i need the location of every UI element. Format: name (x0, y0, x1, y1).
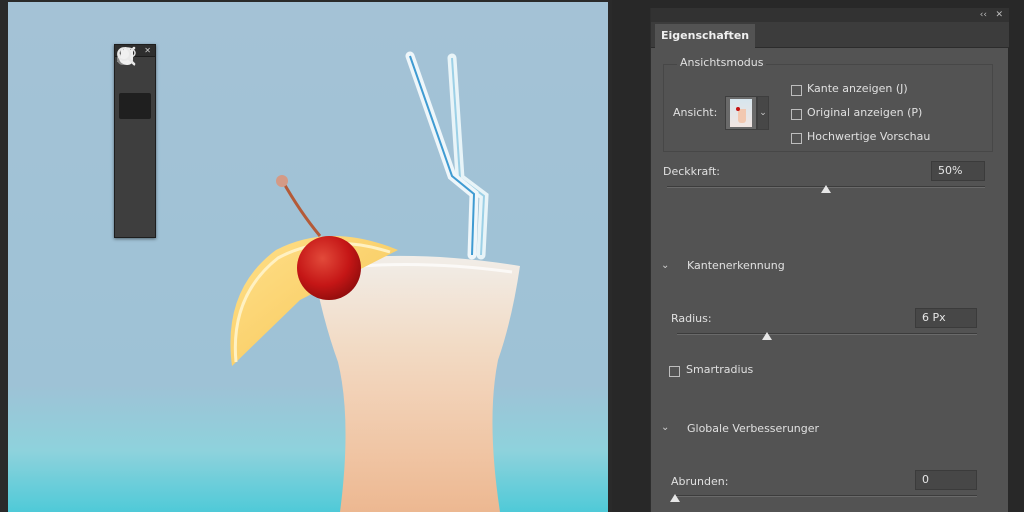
view-label: Ansicht: (673, 106, 718, 119)
lasso-tool[interactable] (118, 47, 151, 179)
smooth-slider-track[interactable] (675, 495, 977, 497)
smart-radius-label: Smartradius (686, 363, 754, 376)
panel-tab-bar: Eigenschaften (651, 22, 1009, 48)
zoom-icon (117, 47, 136, 66)
smooth-label: Abrunden: (671, 475, 729, 488)
smooth-input[interactable]: 0 (915, 470, 977, 490)
image-canvas[interactable]: ‹‹ ✕ (0, 0, 612, 512)
view-mode-title: Ansichtsmodus (677, 56, 767, 69)
show-edge-label: Kante anzeigen (J) (807, 82, 908, 95)
high-quality-preview-checkbox[interactable] (791, 133, 802, 144)
radius-slider-thumb[interactable] (762, 332, 772, 340)
chevron-down-icon[interactable]: ⌄ (661, 260, 669, 271)
high-quality-preview-label: Hochwertige Vorschau (807, 130, 931, 143)
hand-tool[interactable] (117, 47, 151, 209)
panel-collapse-button[interactable]: ‹‹ (980, 8, 987, 22)
tools-panel: ‹‹ ✕ (114, 44, 156, 238)
view-preview-image (730, 99, 752, 127)
smooth-slider-thumb[interactable] (670, 494, 680, 502)
properties-panel: ‹‹ ✕ Eigenschaften Ansichtsmodus Ansicht… (650, 8, 1009, 512)
smart-radius-checkbox[interactable] (669, 366, 680, 377)
canvas-image (8, 2, 608, 512)
show-original-checkbox[interactable] (791, 109, 802, 120)
radius-label: Radius: (671, 312, 712, 325)
edge-detection-title[interactable]: Kantenerkennung (687, 259, 785, 272)
show-original-label: Original anzeigen (P) (807, 106, 923, 119)
zoom-tool[interactable] (117, 47, 151, 239)
opacity-label: Deckkraft: (663, 165, 720, 178)
panel-title-bar[interactable]: ‹‹ ✕ (651, 8, 1009, 22)
cherry (297, 236, 361, 300)
chevron-down-icon[interactable]: ⌄ (661, 422, 669, 433)
opacity-slider-thumb[interactable] (821, 185, 831, 193)
opacity-input[interactable]: 50% (931, 161, 985, 181)
radius-slider-track[interactable] (677, 333, 977, 335)
refine-edge-tool[interactable] (117, 46, 151, 119)
radius-input[interactable]: 6 Px (915, 308, 977, 328)
show-edge-checkbox[interactable] (791, 85, 802, 96)
global-refinements-title[interactable]: Globale Verbesserunger (687, 422, 819, 435)
view-dropdown-button[interactable]: ⌄ (757, 96, 769, 130)
panel-close-button[interactable]: ✕ (995, 8, 1003, 22)
tools-close-button[interactable]: ✕ (144, 45, 151, 57)
chevron-down-icon: ⌄ (759, 108, 767, 118)
tab-eigenschaften[interactable]: Eigenschaften (655, 24, 756, 48)
view-thumbnail[interactable] (725, 96, 757, 130)
brush-tool[interactable] (117, 46, 151, 149)
